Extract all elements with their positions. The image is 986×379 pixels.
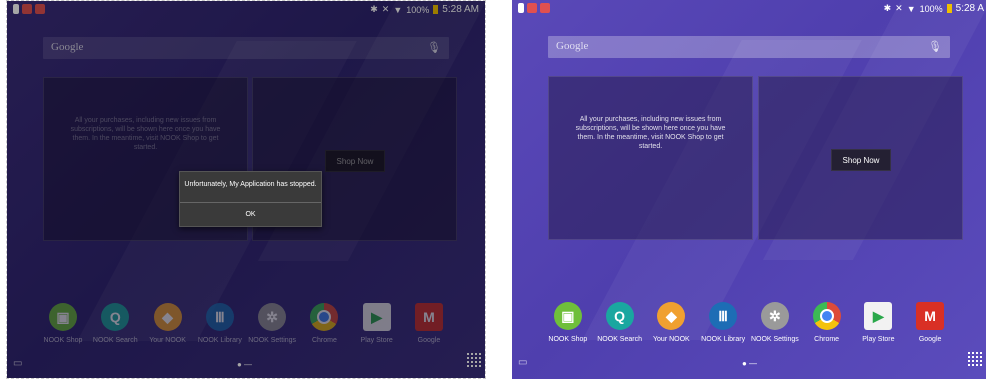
status-bar: ✱ ✕ ▼ 100% 5:28 A [512,0,986,18]
signal-icon: ✕ [895,3,903,13]
app-label: Your NOOK [653,336,690,343]
app-chrome[interactable]: Chrome [801,302,853,352]
book-icon[interactable]: ▭ [518,357,527,368]
app-nook-library[interactable]: Ⅲ NOOK Library [697,302,749,352]
search-icon: Q [605,302,634,330]
play-store-icon: ▶ [864,302,893,330]
app-drawer-icon[interactable] [968,352,982,366]
app-label: NOOK Library [701,336,746,343]
shopping-bag-icon: ▣ [553,302,582,330]
home-indicator-icon: ● — [742,359,758,368]
library-widget: All your purchases, including new issues… [548,76,753,240]
app-dock: ▣ NOOK Shop Q NOOK Search ◆ Your NOOK Ⅲ … [542,302,956,352]
usb-icon [518,3,524,13]
notification-icon [527,3,537,13]
error-dialog: Unfortunately, My Application has stoppe… [179,171,322,227]
shop-widget: Shop Now [758,76,963,240]
your-nook-icon: ◆ [657,302,686,330]
app-label: NOOK Shop [548,336,588,343]
gear-icon: ✲ [760,302,789,330]
chrome-icon [812,302,841,330]
screen-normal: ✱ ✕ ▼ 100% 5:28 A Google 🎙 All your purc… [512,0,986,379]
notification-icon [540,3,550,13]
app-label: NOOK Search [597,336,642,343]
home-screen: ✱ ✕ ▼ 100% 5:28 AM Google 🎙 All your pur… [7,1,485,378]
app-play-store[interactable]: ▶ Play Store [853,302,905,352]
clock: 5:28 A [955,3,984,14]
widget-message: All your purchases, including new issues… [575,116,726,150]
microphone-icon[interactable]: 🎙 [928,40,942,53]
ok-button[interactable]: OK [180,203,321,226]
error-message: Unfortunately, My Application has stoppe… [184,181,317,188]
app-label: Chrome [814,336,840,343]
app-nook-shop[interactable]: ▣ NOOK Shop [542,302,594,352]
app-google[interactable]: M Google [904,302,956,352]
google-logo: Google [556,40,589,52]
app-nook-settings[interactable]: ✲ NOOK Settings [749,302,801,352]
battery-percent: 100% [919,3,943,14]
app-label: NOOK Settings [750,336,799,343]
app-nook-search[interactable]: Q NOOK Search [594,302,646,352]
shop-now-button[interactable]: Shop Now [831,149,891,171]
app-your-nook[interactable]: ◆ Your NOOK [646,302,698,352]
home-screen: ✱ ✕ ▼ 100% 5:28 A Google 🎙 All your purc… [512,0,986,379]
bluetooth-icon: ✱ [883,3,892,13]
app-label: Google [918,336,942,343]
screen-with-error: ✱ ✕ ▼ 100% 5:28 AM Google 🎙 All your pur… [6,0,486,379]
app-label: Play Store [862,336,895,343]
wifi-icon: ▼ [906,3,916,14]
battery-icon [946,4,952,13]
gmail-icon: M [916,302,945,330]
library-icon: Ⅲ [709,302,738,330]
google-search-bar[interactable]: Google 🎙 [548,36,950,58]
